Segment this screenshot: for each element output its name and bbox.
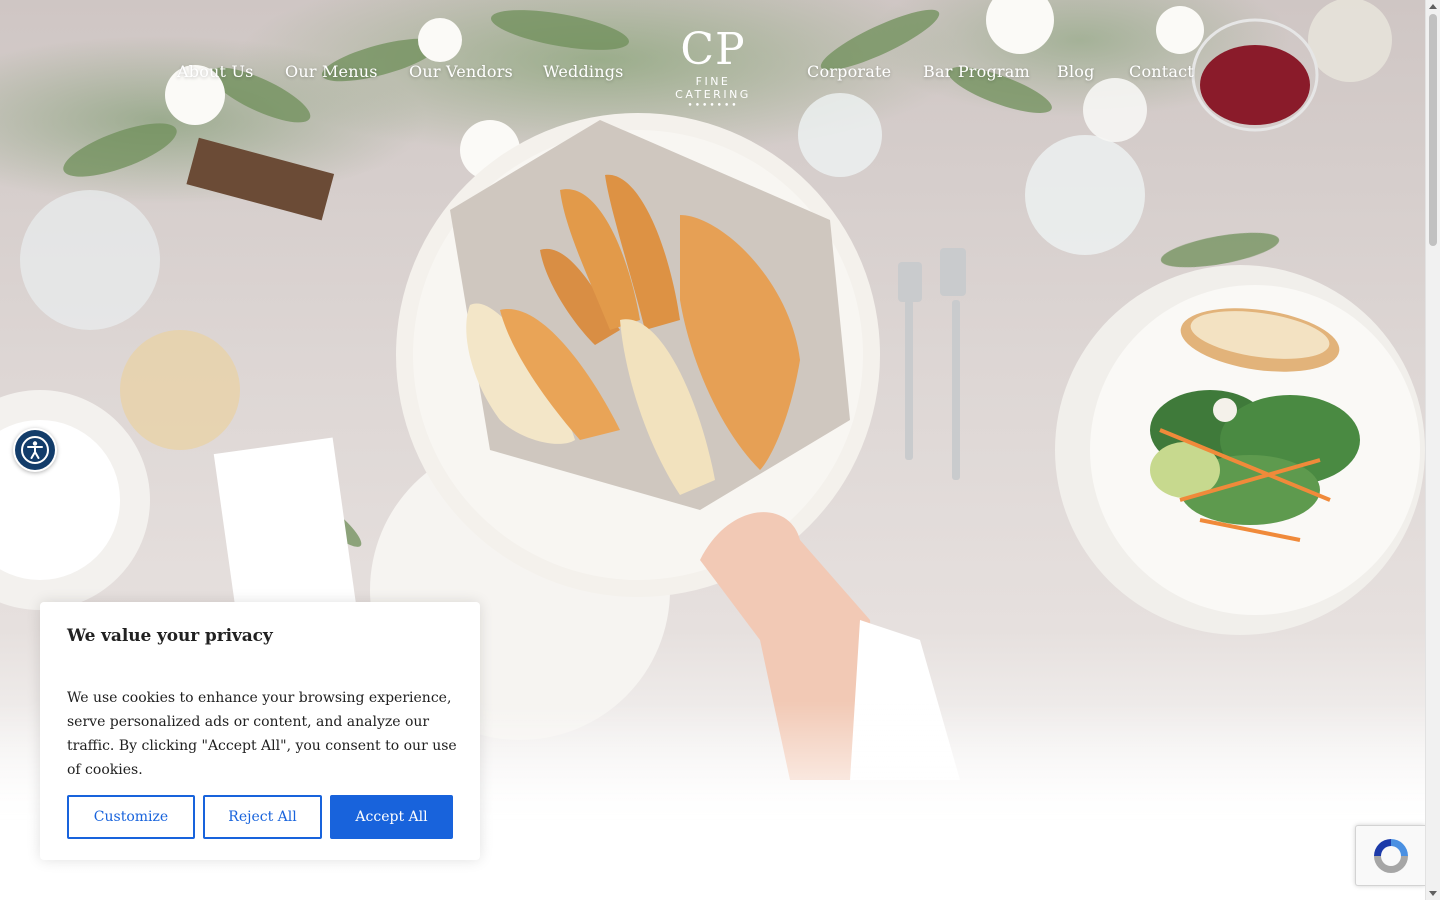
accessibility-button[interactable]	[13, 428, 57, 472]
cookie-banner-body: We use cookies to enhance your browsing …	[67, 690, 457, 778]
accept-all-button[interactable]: Accept All	[330, 795, 453, 839]
scrollbar-thumb[interactable]	[1429, 14, 1437, 246]
nav-link-our-menus[interactable]: Our Menus	[285, 62, 378, 81]
nav-link-blog[interactable]: Blog	[1057, 62, 1095, 81]
logo-monogram: CP	[680, 24, 746, 75]
logo-subtitle: FINE CATERING	[675, 75, 751, 101]
nav-link-about-us[interactable]: About Us	[177, 62, 254, 81]
scroll-down-arrow-icon[interactable]	[1429, 891, 1437, 896]
accessibility-icon	[15, 430, 55, 470]
nav-link-contact[interactable]: Contact	[1129, 62, 1194, 81]
recaptcha-badge[interactable]	[1355, 825, 1425, 886]
cookie-consent-banner: We value your privacy We use cookies to …	[40, 602, 480, 860]
nav-link-our-vendors[interactable]: Our Vendors	[409, 62, 513, 81]
main-nav: About Us Our Menus Our Vendors Weddings …	[0, 0, 1425, 120]
nav-link-corporate[interactable]: Corporate	[807, 62, 891, 81]
logo-dots: •••••••	[687, 101, 739, 111]
customize-button[interactable]: Customize	[67, 795, 195, 839]
nav-link-weddings[interactable]: Weddings	[543, 62, 624, 81]
page-scrollbar[interactable]	[1425, 0, 1440, 900]
reject-all-button[interactable]: Reject All	[203, 795, 322, 839]
cookie-banner-title: We value your privacy	[67, 626, 273, 646]
scroll-up-arrow-icon[interactable]	[1429, 4, 1437, 9]
recaptcha-icon	[1373, 838, 1408, 873]
cookie-banner-buttons: Customize Reject All Accept All	[67, 795, 453, 839]
site-logo[interactable]: CP FINE CATERING •••••••	[660, 24, 766, 112]
nav-link-bar-program[interactable]: Bar Program	[923, 62, 1030, 81]
